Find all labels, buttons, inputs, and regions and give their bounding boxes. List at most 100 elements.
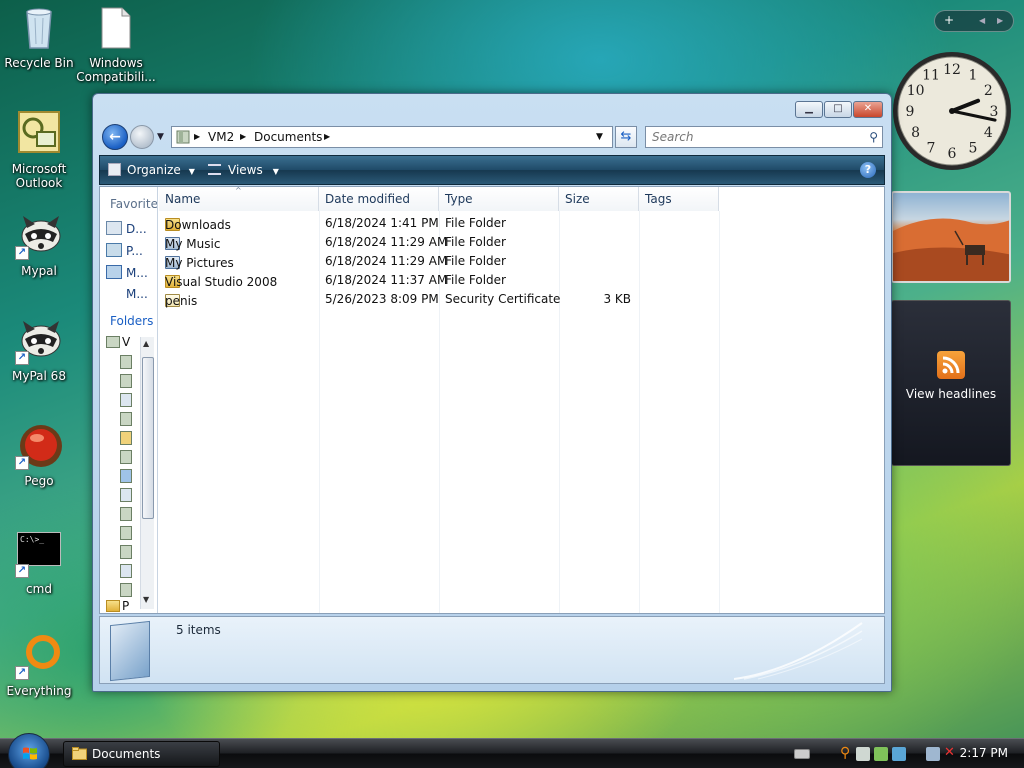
sidebar-gadget-controls: + ◀ ▶ <box>934 10 1014 32</box>
file-date-modified: 6/18/2024 1:41 PM <box>325 216 439 230</box>
address-bar[interactable]: ▶ VM2 ▶ Documents ▶ ▼ <box>171 126 613 148</box>
breadcrumb-documents[interactable]: Documents <box>254 127 322 147</box>
security-tray-icon[interactable] <box>874 747 888 761</box>
favorite-link-music[interactable]: M... <box>106 265 148 280</box>
document-icon <box>92 4 140 52</box>
windows-logo-icon <box>23 747 37 760</box>
desktop-icon-microsoft-outlook[interactable]: Microsoft Outlook <box>0 110 81 190</box>
back-button[interactable]: ← <box>102 124 128 150</box>
desktop-icon-label: Microsoft Outlook <box>11 162 67 190</box>
desktop-icon-windows-compatibility[interactable]: Windows Compatibili... <box>74 4 158 84</box>
tree-folder-icon[interactable] <box>120 431 132 445</box>
explorer-window[interactable]: ▁ □ ✕ ← ▼ ▶ VM2 ▶ Documents ▶ ▼ ⇆ Search… <box>92 93 892 692</box>
tree-folder-icon[interactable] <box>120 488 132 502</box>
file-name: Downloads <box>165 218 231 232</box>
favorite-link-documents[interactable]: D... <box>106 221 147 236</box>
tree-item-label: V <box>122 335 131 349</box>
minimize-button[interactable]: ▁ <box>795 101 823 118</box>
file-type: File Folder <box>445 216 506 230</box>
favorite-link-more[interactable]: M... <box>126 287 148 301</box>
tree-folder-icon[interactable] <box>120 545 132 559</box>
view-headlines-link[interactable]: View headlines <box>892 387 1010 401</box>
tree-folder-icon[interactable] <box>120 412 132 426</box>
sort-indicator-icon: ^ <box>235 186 242 195</box>
previous-gadget-button[interactable]: ◀ <box>979 16 985 25</box>
volume-muted-icon[interactable]: ✕ <box>944 745 958 760</box>
tree-folder-icon[interactable] <box>120 374 132 388</box>
views-button[interactable]: Views ▼ <box>208 163 279 177</box>
display-tray-icon[interactable] <box>892 747 906 761</box>
desktop-icon-pego[interactable]: ↗ Pego <box>0 422 81 488</box>
column-header-type[interactable]: Type <box>439 187 559 211</box>
help-button[interactable]: ? <box>860 162 876 178</box>
file-type: Security Certificate <box>445 292 561 306</box>
tree-folder-icon[interactable] <box>120 355 132 369</box>
column-header-tags[interactable]: Tags <box>639 187 719 211</box>
organize-button[interactable]: Organize ▼ <box>108 163 195 177</box>
file-row[interactable]: Visual Studio 2008 6/18/2024 11:37 AM File… <box>159 271 719 290</box>
column-header-size[interactable]: Size <box>559 187 639 211</box>
tree-item-root[interactable]: V <box>106 335 130 349</box>
network-tray-icon[interactable] <box>856 747 870 761</box>
scroll-up-icon[interactable]: ▲ <box>143 339 149 348</box>
clock-gadget[interactable]: 12 1 2 3 4 5 6 7 8 9 10 11 <box>891 50 1013 172</box>
clock-number: 1 <box>969 68 978 84</box>
feed-headlines-gadget[interactable]: View headlines <box>891 300 1011 466</box>
file-row[interactable]: penis 5/26/2023 8:09 PM Security Certifica… <box>159 290 719 309</box>
desktop-icon-mypal[interactable]: ↗ Mypal <box>0 212 81 278</box>
tree-item-bottom[interactable]: P <box>106 599 129 613</box>
tree-folder-icon[interactable] <box>120 526 132 540</box>
file-row[interactable]: Downloads 6/18/2024 1:41 PM File Folder <box>159 214 719 233</box>
column-header-name[interactable]: Name ^ <box>159 186 319 211</box>
organize-label: Organize <box>127 163 181 177</box>
file-row[interactable]: My Music 6/18/2024 11:29 AM File Folder <box>159 233 719 252</box>
shortcut-arrow-icon: ↗ <box>15 666 29 680</box>
tree-folder-icon[interactable] <box>120 469 132 483</box>
favorite-link-pictures[interactable]: P... <box>106 243 143 258</box>
clock-number: 11 <box>922 68 940 84</box>
desktop-icon-cmd[interactable]: C:\>_ ↗ cmd <box>0 530 81 596</box>
forward-button[interactable] <box>130 125 154 149</box>
start-button[interactable] <box>8 733 50 768</box>
address-dropdown-button[interactable]: ▼ <box>596 127 603 147</box>
favorite-links-header: Favorite l <box>110 197 158 211</box>
scrollbar-thumb[interactable] <box>142 357 154 519</box>
scroll-down-icon[interactable]: ▼ <box>143 595 149 604</box>
everything-search-icon: ↗ <box>15 632 63 680</box>
search-input[interactable]: Search ⚲ <box>645 126 883 148</box>
taskbar: Documents ⚲ ✕ 2:17 PM <box>0 733 1024 768</box>
tree-folder-icon[interactable] <box>120 450 132 464</box>
clock-time[interactable]: 2:17 PM <box>960 746 1008 760</box>
next-gadget-button[interactable]: ▶ <box>997 16 1003 25</box>
refresh-button[interactable]: ⇆ <box>615 126 637 148</box>
recycle-bin-icon <box>15 4 63 52</box>
keyboard-icon[interactable] <box>794 749 810 759</box>
file-row[interactable]: My Pictures 6/18/2024 11:29 AM File Folder <box>159 252 719 271</box>
details-pane: 5 items <box>99 616 885 684</box>
everything-search-icon[interactable]: ⚲ <box>840 745 854 761</box>
desktop-icon-mypal-68[interactable]: ↗ MyPal 68 <box>0 317 81 383</box>
file-type: File Folder <box>445 273 506 287</box>
folders-header[interactable]: Folders <box>110 314 153 328</box>
desktop-icon-recycle-bin[interactable]: Recycle Bin <box>0 4 81 70</box>
network-connection-icon[interactable] <box>926 747 940 761</box>
views-icon <box>208 164 221 175</box>
tree-folder-icon[interactable] <box>120 564 132 578</box>
column-header-date-modified[interactable]: Date modified <box>319 187 439 211</box>
breadcrumb-vm2[interactable]: VM2 <box>208 127 234 147</box>
desktop-icon-everything[interactable]: ↗ Everything <box>0 632 81 698</box>
recent-pages-dropdown[interactable]: ▼ <box>157 132 164 142</box>
tree-folder-icon[interactable] <box>120 507 132 521</box>
taskbar-button-documents[interactable]: Documents <box>63 741 220 767</box>
close-button[interactable]: ✕ <box>853 101 883 118</box>
tree-folder-icon[interactable] <box>120 583 132 597</box>
slideshow-gadget[interactable] <box>891 191 1011 283</box>
window-controls: ▁ □ ✕ <box>795 101 883 118</box>
column-header-label: Name <box>165 192 201 206</box>
tree-folder-icon[interactable] <box>120 393 132 407</box>
search-icon[interactable]: ⚲ <box>869 127 878 147</box>
add-gadget-button[interactable]: + <box>944 13 954 27</box>
maximize-button[interactable]: □ <box>824 101 852 118</box>
navigation-pane-scrollbar[interactable]: ▲ ▼ <box>140 337 154 609</box>
documents-icon <box>106 221 122 235</box>
